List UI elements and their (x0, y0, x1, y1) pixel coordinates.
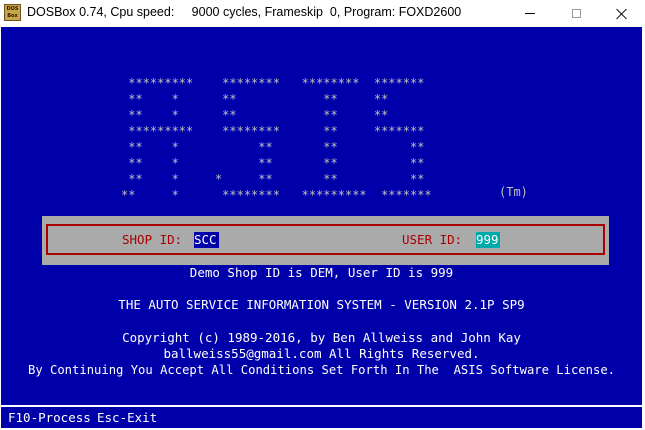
logo-line: ********* ******** ** ******* (121, 124, 425, 138)
logo-line: ** * ** ** ** (121, 92, 389, 106)
logo-line: ** * ** ** ** (121, 156, 425, 170)
login-panel: SHOP ID: USER ID: (42, 216, 609, 265)
license-text: By Continuing You Accept All Conditions … (28, 363, 615, 377)
dosbox-icon[interactable]: DOS Box (4, 4, 21, 21)
logo-line: ** * ******** ********* ******* (121, 188, 432, 202)
email-rights-text: ballweiss55@gmail.com All Rights Reserve… (163, 346, 480, 361)
logo-line: ********* ******** ******** ******* (121, 76, 425, 90)
f10-process-key[interactable]: F10-Process (8, 410, 91, 426)
maximize-button[interactable] (553, 0, 599, 27)
minimize-icon (525, 13, 535, 14)
logo-line: ** * ** ** ** (121, 140, 425, 154)
close-icon (616, 8, 628, 20)
dos-screen[interactable]: ********* ******** ******** ******* ** *… (1, 27, 642, 428)
dosbox-window: DOS Box DOSBox 0.74, Cpu speed: 9000 cyc… (0, 0, 645, 430)
close-button[interactable] (599, 0, 645, 27)
logo-line: ** * * ** ** ** (121, 172, 425, 186)
version-text: THE AUTO SERVICE INFORMATION SYSTEM - VE… (118, 297, 525, 312)
asis-ascii-logo: ********* ******** ******** ******* ** *… (121, 75, 432, 203)
title-bar[interactable]: DOS Box DOSBox 0.74, Cpu speed: 9000 cyc… (0, 0, 645, 27)
dosbox-icon-text: DOS Box (6, 6, 19, 19)
demo-credentials-text: Demo Shop ID is DEM, User ID is 999 (189, 265, 454, 280)
esc-exit-key[interactable]: Esc-Exit (97, 410, 157, 426)
minimize-button[interactable] (507, 0, 553, 27)
logo-line: ** * ** ** ** (121, 108, 389, 122)
status-bar: F10-Process Esc-Exit (1, 405, 642, 428)
copyright-text: Copyright (c) 1989-2016, by Ben Allweiss… (122, 330, 521, 345)
window-title: DOSBox 0.74, Cpu speed: 9000 cycles, Fra… (27, 5, 462, 19)
user-id-label: USER ID: (402, 232, 463, 247)
shop-id-label: SHOP ID: (122, 232, 183, 247)
trademark-mark: (Tm) (499, 185, 528, 199)
shop-id-input[interactable] (194, 232, 219, 248)
maximize-icon (571, 9, 581, 18)
user-id-input[interactable] (476, 232, 500, 248)
login-frame: SHOP ID: USER ID: (46, 224, 605, 255)
